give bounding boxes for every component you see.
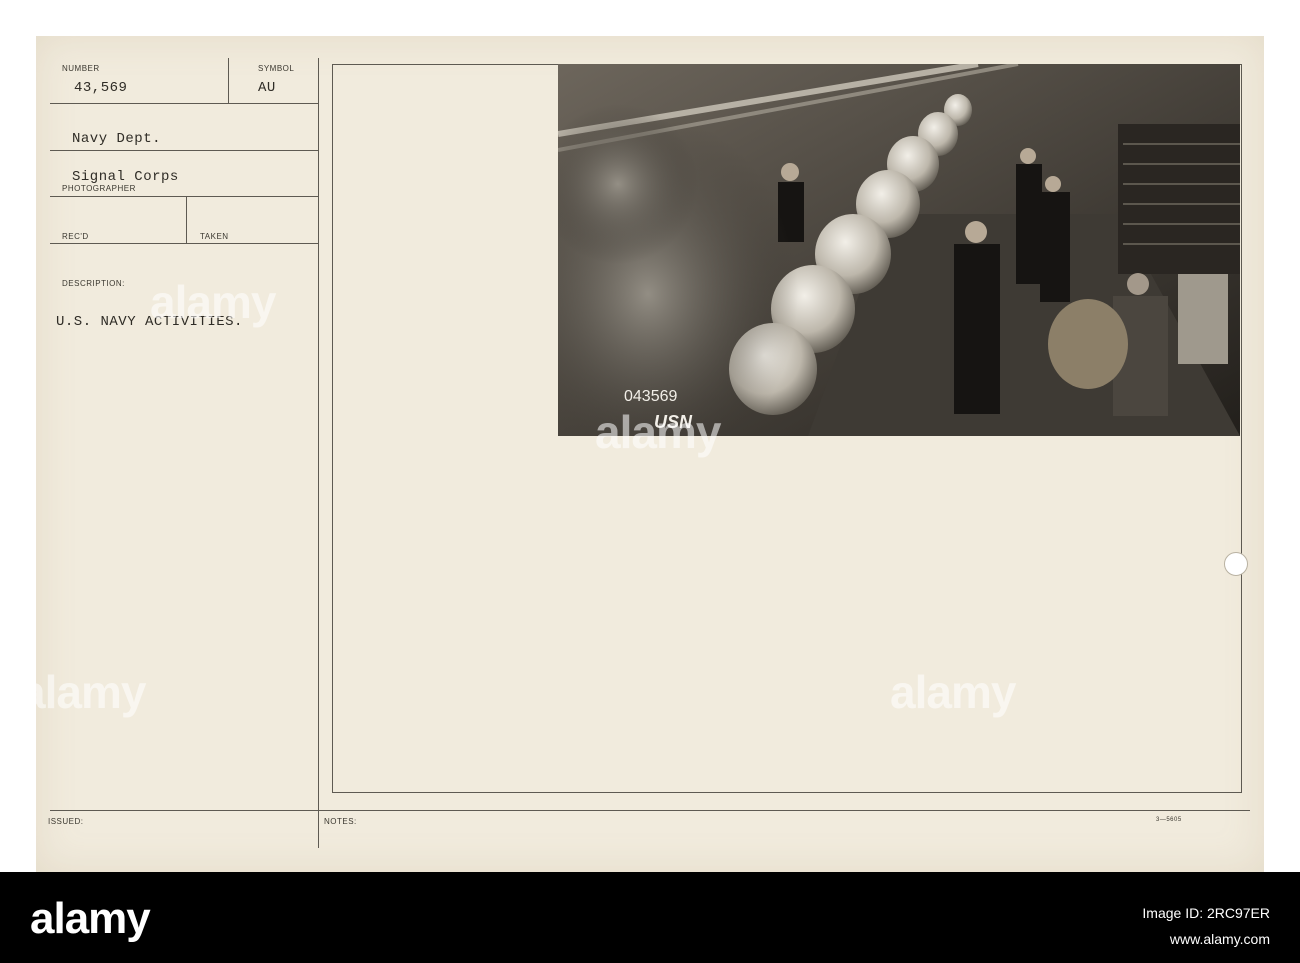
description-label: DESCRIPTION: [62,279,125,288]
divider-bottom [50,810,1250,811]
symbol-label: SYMBOL [258,64,295,73]
photographer-label: PHOTOGRAPHER [62,184,136,193]
watermark-left-bottom: alamy [20,666,146,718]
watermark-center-top: alamy [595,406,721,458]
divider-recd-row [50,243,318,244]
ship-deck-photograph: 043569 USN [558,64,1240,436]
divider-number-row [50,103,318,104]
divider-dept-row [50,150,318,151]
number-value: 43,569 [74,80,128,96]
divider-vertical-taken [186,197,187,243]
divider-photographer-row [50,196,318,197]
negative-number: 043569 [624,388,678,405]
number-label: NUMBER [62,64,100,73]
taken-label: TAKEN [200,232,229,241]
site-url: www.alamy.com [1169,931,1270,947]
watermark-right-bottom: alamy [890,666,1016,718]
notes-label: NOTES: [324,817,357,826]
form-code: 3—5605 [1156,817,1182,823]
punch-hole [1224,552,1248,576]
watermark-left-top: alamy [150,276,276,328]
issued-label: ISSUED: [48,817,84,826]
divider-vertical-symbol [228,58,229,104]
symbol-value: AU [258,80,276,96]
divider-left-column [318,58,319,848]
image-id: Image ID: 2RC97ER [1142,905,1270,921]
footer-logo: alamy [30,894,151,943]
department-value: Navy Dept. [72,131,162,147]
photographer-value: Signal Corps [72,169,179,185]
footer-info: Image ID: 2RC97ER www.alamy.com [1050,900,1270,952]
recd-label: REC'D [62,232,89,241]
photo-scene [558,64,1240,436]
